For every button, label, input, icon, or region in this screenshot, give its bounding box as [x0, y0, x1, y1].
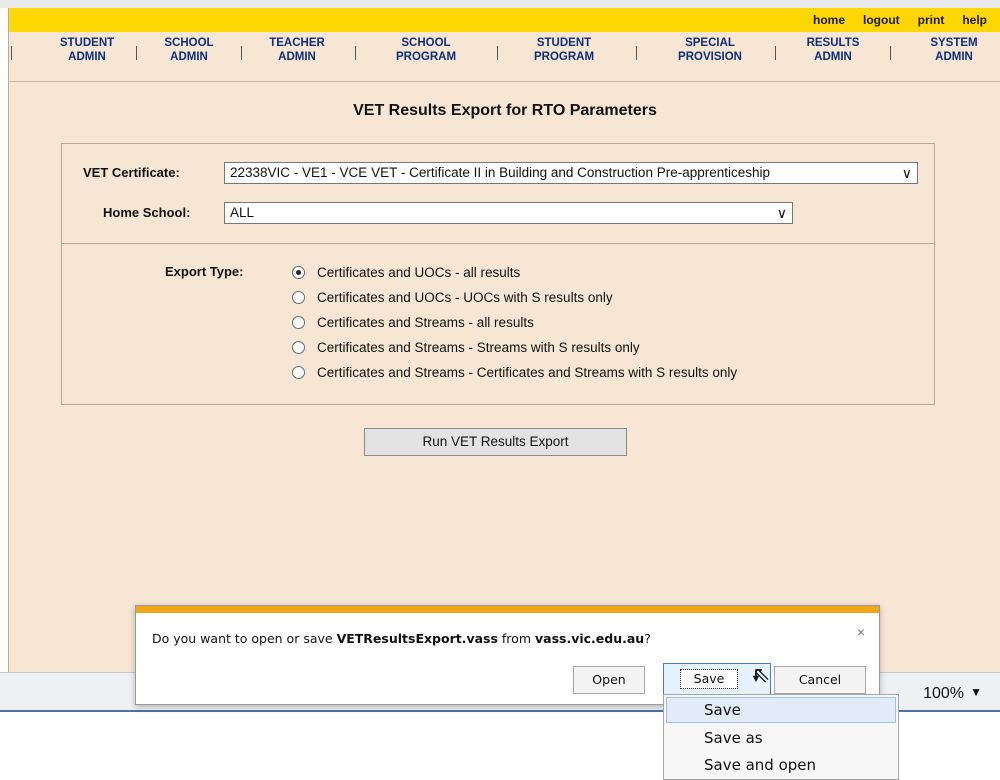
- export-option-label: Certificates and Streams - Streams with …: [317, 340, 640, 355]
- nav-student-program[interactable]: STUDENT PROGRAM: [519, 36, 609, 64]
- cancel-button[interactable]: Cancel: [774, 666, 866, 694]
- home-school-label: Home School:: [103, 205, 191, 220]
- export-option-0[interactable]: Certificates and UOCs - all results: [292, 265, 520, 280]
- message-text: ?: [644, 631, 651, 646]
- zoom-level[interactable]: 100%: [923, 685, 964, 703]
- export-option-label: Certificates and UOCs - UOCs with S resu…: [317, 290, 613, 305]
- nav-separator: [636, 46, 637, 60]
- nav-label: ADMIN: [68, 51, 106, 63]
- nav-label: STUDENT: [59, 37, 115, 49]
- nav-system-admin[interactable]: SYSTEM ADMIN: [914, 36, 994, 64]
- message-text: Do you want to open or save: [152, 631, 337, 646]
- nav-student-admin[interactable]: STUDENT ADMIN: [47, 36, 127, 64]
- nav-separator: [775, 46, 776, 60]
- nav-label: ADMIN: [935, 51, 973, 63]
- download-message: Do you want to open or save VETResultsEx…: [152, 631, 651, 646]
- save-button[interactable]: Save: [680, 669, 738, 689]
- vet-certificate-select[interactable]: 22338VIC - VE1 - VCE VET - Certificate I…: [224, 162, 918, 184]
- dialog-accent-bar: [136, 606, 879, 613]
- nav-label: PROGRAM: [395, 51, 457, 63]
- nav-separator: [890, 46, 891, 60]
- nav-label: RESULTS: [806, 37, 860, 49]
- nav-label: SCHOOL: [164, 37, 214, 49]
- menu-item-save-and-open[interactable]: Save and open: [704, 756, 816, 774]
- nav-label: SYSTEM: [930, 37, 978, 49]
- nav-label: ADMIN: [814, 51, 852, 63]
- nav-school-admin[interactable]: SCHOOL ADMIN: [149, 36, 229, 64]
- nav-label: ADMIN: [278, 51, 316, 63]
- run-export-button[interactable]: Run VET Results Export: [364, 428, 627, 456]
- utility-links: home logout print help: [813, 13, 987, 27]
- menu-item-save[interactable]: Save: [704, 701, 741, 719]
- nav-teacher-admin[interactable]: TEACHER ADMIN: [257, 36, 337, 64]
- export-type-label: Export Type:: [165, 264, 244, 279]
- nav-separator: [497, 46, 498, 60]
- nav-special-provision[interactable]: SPECIAL PROVISION: [665, 36, 755, 64]
- help-link[interactable]: help: [962, 13, 987, 27]
- nav-label: ADMIN: [170, 51, 208, 63]
- export-option-label: Certificates and Streams - all results: [317, 315, 534, 330]
- radio-selected-icon[interactable]: [292, 266, 305, 279]
- page-title: VET Results Export for RTO Parameters: [353, 102, 657, 119]
- page-content: home logout print help STUDENT ADMIN SCH…: [8, 8, 1000, 680]
- chevron-down-icon: ∨: [901, 165, 912, 181]
- vet-certificate-label: VET Certificate:: [83, 165, 180, 180]
- nav-label: PROVISION: [678, 51, 742, 63]
- nav-separator: [355, 46, 356, 60]
- nav-separator: [11, 46, 12, 60]
- home-link[interactable]: home: [813, 13, 845, 27]
- nav-separator: [241, 46, 242, 60]
- nav-label: SPECIAL: [685, 37, 735, 49]
- radio-icon[interactable]: [292, 341, 305, 354]
- vet-certificate-value: 22338VIC - VE1 - VCE VET - Certificate I…: [230, 165, 771, 180]
- radio-icon[interactable]: [292, 291, 305, 304]
- nav-separator: [136, 46, 137, 60]
- export-option-label: Certificates and Streams - Certificates …: [317, 365, 738, 380]
- radio-icon[interactable]: [292, 316, 305, 329]
- export-option-1[interactable]: Certificates and UOCs - UOCs with S resu…: [292, 290, 613, 305]
- logout-link[interactable]: logout: [863, 13, 900, 27]
- window-frame: [0, 0, 1000, 8]
- message-text: from: [497, 631, 535, 646]
- export-option-label: Certificates and UOCs - all results: [317, 265, 521, 280]
- nav-results-admin[interactable]: RESULTS ADMIN: [791, 36, 875, 64]
- export-option-3[interactable]: Certificates and Streams - Streams with …: [292, 340, 640, 355]
- open-button[interactable]: Open: [573, 666, 645, 694]
- chevron-down-icon: ∨: [776, 205, 787, 221]
- download-filename: VETResultsExport.vass: [336, 631, 498, 646]
- close-icon[interactable]: ×: [857, 624, 865, 640]
- export-option-2[interactable]: Certificates and Streams - all results: [292, 315, 534, 330]
- home-school-value: ALL: [230, 205, 255, 220]
- nav-label: PROGRAM: [533, 51, 595, 63]
- menu-item-save-as[interactable]: Save as: [704, 729, 763, 747]
- form-divider: [61, 243, 935, 244]
- print-link[interactable]: print: [918, 13, 945, 27]
- home-school-select[interactable]: ALL ∨: [224, 202, 793, 224]
- export-option-4[interactable]: Certificates and Streams - Certificates …: [292, 365, 737, 380]
- nav-school-program[interactable]: SCHOOL PROGRAM: [381, 36, 471, 64]
- nav-label: TEACHER: [269, 37, 325, 49]
- radio-icon[interactable]: [292, 366, 305, 379]
- nav-label: SCHOOL: [401, 37, 451, 49]
- mouse-cursor-icon: ⇖: [752, 662, 771, 687]
- download-dialog: Do you want to open or save VETResultsEx…: [135, 605, 880, 705]
- menu-highlight: [666, 697, 896, 723]
- save-options-menu: Save Save as Save and open: [663, 694, 899, 780]
- main-nav: STUDENT ADMIN SCHOOL ADMIN TEACHER ADMIN…: [9, 32, 1000, 82]
- nav-label: STUDENT: [536, 37, 592, 49]
- top-utility-bar: home logout print help: [9, 8, 1000, 32]
- zoom-dropdown-icon[interactable]: ▼: [970, 685, 982, 699]
- download-domain: vass.vic.edu.au: [534, 631, 645, 646]
